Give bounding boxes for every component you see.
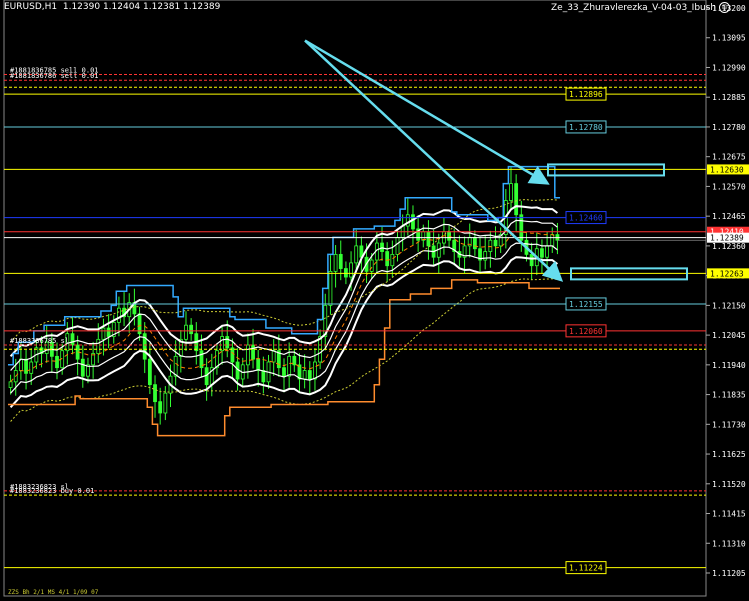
- candle-body: [307, 370, 312, 380]
- level-label: 1.12060: [569, 327, 603, 336]
- candle-body: [540, 248, 544, 258]
- price-tick-label: 1.12045: [712, 331, 746, 340]
- candle-body: [411, 214, 415, 230]
- candle-body: [106, 327, 111, 337]
- candle-body: [313, 361, 317, 380]
- price-tick-label: 1.12990: [712, 63, 746, 72]
- candle-body: [29, 361, 34, 374]
- price-tick-label: 1.11940: [712, 361, 746, 370]
- chart-header: EURUSD,H1 1.12390 1.12404 1.12381 1.1238…: [4, 2, 220, 12]
- trend-arrow: [304, 39, 550, 185]
- candle-body: [328, 270, 333, 306]
- candles-group: [8, 167, 560, 425]
- order-line-label: #1883236823 buy 0.01: [10, 487, 94, 495]
- candle-body: [70, 333, 75, 346]
- candle-body: [261, 370, 266, 383]
- price-tick-label: 1.11415: [712, 510, 746, 519]
- price-tick-label: 1.11730: [712, 420, 746, 429]
- price-tick-label: 1.12885: [712, 93, 746, 102]
- candle-body: [163, 392, 168, 414]
- price-tick-label: 1.11520: [712, 480, 746, 489]
- candle-body: [96, 338, 101, 354]
- candle-body: [147, 358, 152, 386]
- candle-body: [173, 355, 178, 377]
- candle-body: [385, 251, 390, 267]
- candle-body: [158, 401, 163, 414]
- candle-body: [225, 336, 230, 349]
- lower-step-channel: [8, 279, 560, 437]
- candle-body: [395, 236, 400, 255]
- order-line-label: #1881836786 sell 0.01: [10, 72, 99, 80]
- ohlc-readout: 1.12390 1.12404 1.12381 1.12389: [62, 2, 221, 12]
- candle-body: [245, 344, 250, 366]
- price-tick-label: 1.12780: [712, 123, 746, 132]
- price-tick-label: 1.11835: [712, 391, 746, 400]
- candle-body: [472, 236, 477, 250]
- candle-body: [292, 355, 297, 366]
- candle-body: [271, 350, 276, 363]
- candle-body: [349, 262, 353, 278]
- price-chart[interactable]: 1.132001.130951.129901.128851.127801.126…: [0, 0, 749, 597]
- candle-body: [509, 183, 513, 201]
- price-tick-label: 1.12360: [712, 242, 746, 251]
- price-tick-label: 1.12150: [712, 301, 746, 310]
- candle-body: [251, 344, 255, 360]
- footer-indicator-text: ZZS Bh 2/1 MS 4/1 1/09 07: [8, 589, 99, 596]
- level-label: 1.12780: [569, 123, 603, 132]
- candle-body: [80, 358, 85, 377]
- symbol-timeframe: EURUSD,H1: [4, 2, 58, 12]
- candle-body: [189, 324, 194, 335]
- candle-body: [354, 245, 359, 264]
- level-label: 1.11224: [569, 564, 603, 573]
- candle-body: [230, 347, 235, 363]
- outer-dotted-band-lower: [10, 278, 558, 422]
- price-tick-label: 1.12465: [712, 212, 746, 221]
- candle-body: [55, 355, 59, 369]
- price-badge-label: 1.12389: [710, 234, 744, 243]
- level-label: 1.12896: [569, 90, 603, 99]
- level-label: 1.12460: [569, 214, 603, 223]
- expert-label[interactable]: Ze_33_Zhuravlerezka_V-04-03_Ibush ☺: [551, 2, 731, 13]
- trend-arrow: [304, 39, 564, 282]
- price-tick-label: 1.11205: [712, 569, 746, 578]
- candle-body: [220, 336, 224, 352]
- upper-step-channel: [8, 165, 560, 366]
- candle-body: [117, 307, 121, 323]
- candle-body: [153, 384, 157, 403]
- candle-body: [302, 370, 307, 380]
- candle-body: [282, 367, 286, 377]
- price-tick-label: 1.11310: [712, 539, 746, 548]
- price-badge-label: 1.12630: [710, 165, 744, 174]
- candle-body: [184, 324, 188, 340]
- candle-body: [529, 253, 534, 267]
- price-tick-label: 1.11625: [712, 450, 746, 459]
- expert-name: Ze_33_Zhuravlerezka_V-04-03_Ibush: [551, 3, 717, 13]
- level-label: 1.12155: [569, 300, 603, 309]
- price-tick-label: 1.12675: [712, 153, 746, 162]
- chart-area[interactable]: 1.13200 1.13095 1.12990 1.12885 1.12780 1.126…: [0, 0, 749, 597]
- upper-band: [9, 205, 559, 357]
- candle-body: [488, 239, 493, 252]
- price-tick-label: 1.12570: [712, 182, 746, 191]
- candle-body: [8, 381, 13, 388]
- smiley-icon: ☺: [719, 2, 731, 13]
- price-badge-label: 1.12263: [710, 269, 744, 278]
- candle-body: [101, 327, 106, 340]
- candle-body: [426, 231, 431, 247]
- candle-body: [390, 253, 395, 267]
- candle-body: [493, 239, 498, 247]
- order-line-label: #1883336785 sl: [10, 337, 69, 345]
- candle-body: [514, 183, 519, 216]
- candle-body: [333, 253, 338, 272]
- candle-body: [344, 268, 348, 278]
- candle-body: [550, 234, 555, 247]
- price-tick-label: 1.13095: [712, 34, 746, 43]
- candle-body: [256, 358, 261, 371]
- candle-body: [287, 355, 292, 377]
- candle-body: [338, 253, 343, 269]
- candle-body: [519, 214, 524, 241]
- candle-body: [545, 245, 550, 258]
